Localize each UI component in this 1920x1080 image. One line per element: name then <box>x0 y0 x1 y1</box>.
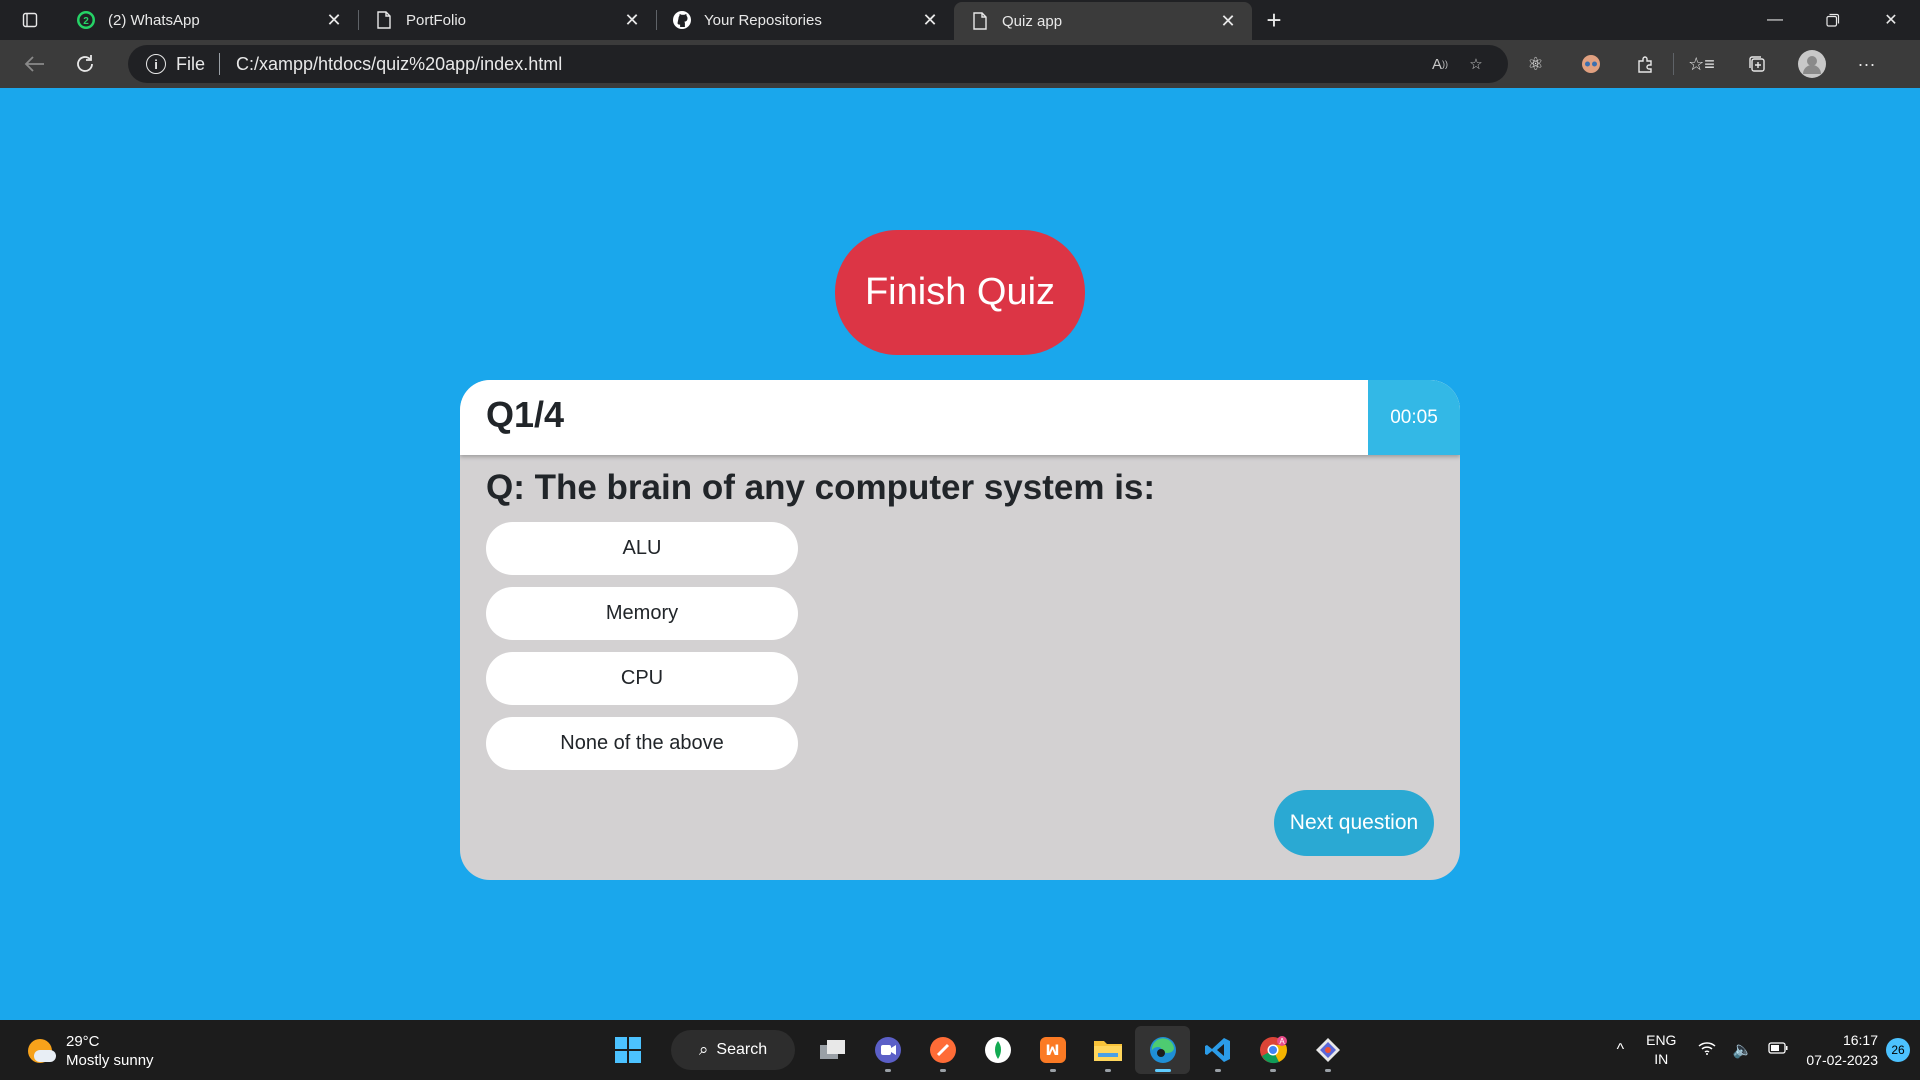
clock[interactable]: 16:17 07-02-2023 <box>1796 1030 1886 1070</box>
tab-repositories[interactable]: Your Repositories ✕ <box>656 0 954 40</box>
close-window-icon[interactable]: ✕ <box>1862 0 1920 40</box>
file-explorer-icon[interactable] <box>1080 1026 1135 1074</box>
tab-title: Your Repositories <box>704 11 822 29</box>
browser-tab-bar: 2 (2) WhatsApp ✕ PortFolio ✕ Your Reposi… <box>0 0 1920 40</box>
tab-title: PortFolio <box>406 11 467 29</box>
system-tray: ^ ENG IN 🔈 16:17 07-02-2023 26 <box>1609 1020 1920 1080</box>
language-indicator[interactable]: ENG IN <box>1632 1031 1690 1069</box>
next-question-button[interactable]: Next question <box>1274 790 1434 856</box>
info-icon[interactable]: i <box>146 54 166 74</box>
react-devtools-icon[interactable]: ⚛ <box>1508 44 1563 84</box>
tab-title: Quiz app <box>1002 12 1063 30</box>
weather-widget[interactable]: 29°C Mostly sunny <box>26 1032 154 1070</box>
favorites-icon[interactable]: ☆≡ <box>1674 44 1729 84</box>
close-icon[interactable]: ✕ <box>920 10 940 30</box>
partly-sunny-icon <box>26 1036 56 1066</box>
answer-option[interactable]: ALU <box>486 522 798 575</box>
search-label: Search <box>716 1041 768 1058</box>
tab-title: (2) WhatsApp <box>108 11 200 29</box>
url-text[interactable]: C:/xampp/htdocs/quiz%20app/index.html <box>236 54 1422 75</box>
github-icon <box>672 10 692 30</box>
site-info-label[interactable]: File <box>176 54 205 75</box>
teams-chat-icon[interactable] <box>860 1026 915 1074</box>
answer-option[interactable]: CPU <box>486 652 798 705</box>
back-arrow-icon[interactable] <box>10 44 60 84</box>
xampp-icon[interactable]: ꟽ <box>1025 1026 1080 1074</box>
taskbar-apps: ⌕ Search ꟽ A <box>600 1026 1355 1074</box>
timer: 00:05 <box>1368 380 1460 455</box>
tab-actions-icon[interactable] <box>0 0 60 40</box>
svg-text:A: A <box>1279 1037 1285 1046</box>
whatsapp-badge: 2 <box>83 16 89 27</box>
lang-line-1: ENG <box>1646 1032 1677 1048</box>
finish-quiz-button[interactable]: Finish Quiz <box>835 230 1085 355</box>
vscode-icon[interactable] <box>1190 1026 1245 1074</box>
battery-icon[interactable] <box>1760 1041 1796 1059</box>
task-view-icon[interactable] <box>805 1026 860 1074</box>
answer-option[interactable]: None of the above <box>486 717 798 770</box>
tab-portfolio[interactable]: PortFolio ✕ <box>358 0 656 40</box>
edge-browser-icon[interactable] <box>1135 1026 1190 1074</box>
extension-avatar-icon[interactable] <box>1563 44 1618 84</box>
refresh-icon[interactable] <box>60 44 110 84</box>
page-icon <box>374 10 394 30</box>
new-tab-button[interactable]: + <box>1252 0 1296 40</box>
more-options-icon[interactable]: ··· <box>1839 44 1894 84</box>
answer-option[interactable]: Memory <box>486 587 798 640</box>
minimize-icon[interactable]: — <box>1746 0 1804 40</box>
question-counter: Q1/4 <box>486 394 565 435</box>
collections-icon[interactable] <box>1729 44 1784 84</box>
extensions-icon[interactable] <box>1618 44 1673 84</box>
add-favorite-icon[interactable]: ☆ <box>1458 55 1494 73</box>
close-icon[interactable]: ✕ <box>622 10 642 30</box>
taskbar-search[interactable]: ⌕ Search <box>671 1030 795 1070</box>
answer-options: ALU Memory CPU None of the above <box>486 522 798 782</box>
git-client-icon[interactable] <box>1300 1026 1355 1074</box>
postman-icon[interactable] <box>915 1026 970 1074</box>
page-icon <box>970 11 990 31</box>
address-divider <box>219 53 221 75</box>
quiz-header: Q1/4 00:05 <box>460 380 1460 455</box>
clock-date: 07-02-2023 <box>1806 1052 1878 1068</box>
address-bar[interactable]: i File C:/xampp/htdocs/quiz%20app/index.… <box>128 45 1508 83</box>
question-text: Q: The brain of any computer system is: <box>486 468 1156 507</box>
tab-whatsapp[interactable]: 2 (2) WhatsApp ✕ <box>60 0 358 40</box>
clock-time: 16:17 <box>1842 1032 1878 1048</box>
close-icon[interactable]: ✕ <box>324 10 344 30</box>
quiz-card: Q1/4 00:05 Q: The brain of any computer … <box>460 380 1460 880</box>
whatsapp-icon: 2 <box>76 10 96 30</box>
restore-icon[interactable] <box>1804 0 1862 40</box>
taskbar: 29°C Mostly sunny ⌕ Search ꟽ A ^ ENG IN … <box>0 1020 1920 1080</box>
close-icon[interactable]: ✕ <box>1218 11 1238 31</box>
window-controls: — ✕ <box>1746 0 1920 40</box>
read-aloud-icon[interactable]: A)) <box>1422 56 1458 73</box>
volume-icon[interactable]: 🔈 <box>1724 1040 1760 1060</box>
notification-badge[interactable]: 26 <box>1886 1038 1910 1062</box>
browser-toolbar: i File C:/xampp/htdocs/quiz%20app/index.… <box>0 40 1920 88</box>
weather-temp: 29°C <box>66 1033 100 1050</box>
chrome-icon[interactable]: A <box>1245 1026 1300 1074</box>
lang-line-2: IN <box>1654 1051 1669 1067</box>
weather-condition: Mostly sunny <box>66 1052 154 1069</box>
profile-avatar-icon[interactable] <box>1784 44 1839 84</box>
tab-quiz-app[interactable]: Quiz app ✕ <box>954 2 1252 40</box>
mongodb-compass-icon[interactable] <box>970 1026 1025 1074</box>
search-icon: ⌕ <box>698 1040 709 1059</box>
start-icon[interactable] <box>600 1026 655 1074</box>
wifi-icon[interactable] <box>1690 1041 1724 1060</box>
chevron-up-icon[interactable]: ^ <box>1609 1041 1633 1059</box>
